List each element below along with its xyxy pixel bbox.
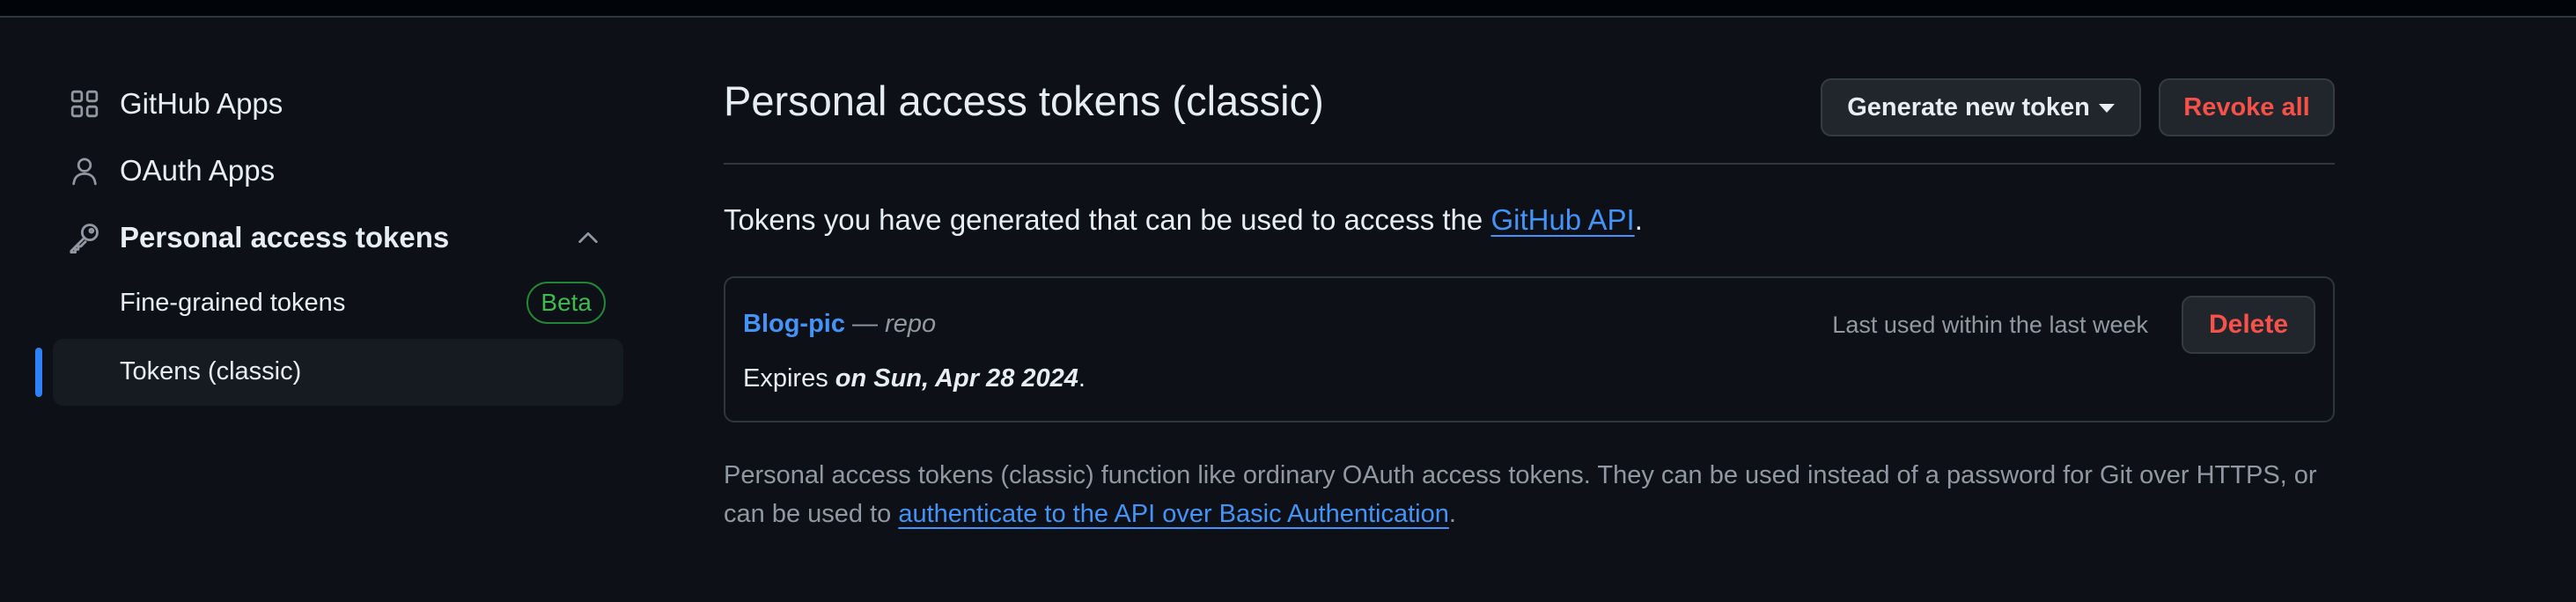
sidebar-item-personal-access-tokens[interactable]: Personal access tokens xyxy=(67,218,613,257)
key-icon xyxy=(67,220,102,255)
apps-grid-icon xyxy=(67,86,102,121)
generate-new-token-label: Generate new token xyxy=(1847,92,2090,121)
token-scope: repo xyxy=(885,310,937,338)
expires-date: on Sun, Apr 28 2024 xyxy=(835,364,1078,393)
token-separator: — xyxy=(845,310,886,338)
sidebar-item-label: GitHub Apps xyxy=(120,87,283,120)
caret-down-icon xyxy=(2098,104,2115,113)
sidebar-item-github-apps[interactable]: GitHub Apps xyxy=(67,84,613,123)
sidebar-item-oauth-apps[interactable]: OAuth Apps xyxy=(67,151,613,190)
delete-token-button[interactable]: Delete xyxy=(2182,296,2315,354)
generate-new-token-button[interactable]: Generate new token xyxy=(1821,78,2141,136)
sidebar: GitHub Apps OAuth Apps Personal access t… xyxy=(0,0,634,602)
sidebar-subitem-label: Tokens (classic) xyxy=(120,357,302,385)
note-suffix: . xyxy=(1448,500,1456,528)
expires-suffix: . xyxy=(1078,364,1086,393)
sidebar-subitem-tokens-classic[interactable]: Tokens (classic) xyxy=(120,352,606,391)
expires-prefix: Expires xyxy=(743,364,835,393)
divider xyxy=(724,163,2335,165)
revoke-all-button[interactable]: Revoke all xyxy=(2159,78,2335,136)
basic-auth-link[interactable]: authenticate to the API over Basic Authe… xyxy=(898,500,1449,528)
sidebar-item-label: Personal access tokens xyxy=(120,221,450,253)
token-list-item: Blog-pic — repo Expires on Sun, Apr 28 2… xyxy=(724,276,2335,422)
token-name-line: Blog-pic — repo xyxy=(743,308,936,340)
intro-prefix: Tokens you have generated that can be us… xyxy=(724,203,1491,236)
github-api-link[interactable]: GitHub API xyxy=(1490,203,1634,236)
intro-text: Tokens you have generated that can be us… xyxy=(724,201,1643,239)
selected-indicator xyxy=(35,348,42,397)
chevron-up-icon[interactable] xyxy=(570,220,606,255)
revoke-all-label: Revoke all xyxy=(2183,92,2310,121)
token-name-link[interactable]: Blog-pic xyxy=(743,310,845,338)
sidebar-subitem-fine-grained-tokens[interactable]: Fine-grained tokens Beta xyxy=(120,282,606,324)
sidebar-item-label: OAuth Apps xyxy=(120,154,276,187)
last-used-text: Last used within the last week xyxy=(1832,312,2148,338)
token-expiry: Expires on Sun, Apr 28 2024. xyxy=(743,363,1086,394)
page-title: Personal access tokens (classic) xyxy=(724,77,1324,124)
help-note: Personal access tokens (classic) functio… xyxy=(724,456,2335,533)
person-icon xyxy=(67,153,102,188)
intro-suffix: . xyxy=(1634,203,1643,236)
sidebar-subitem-label: Fine-grained tokens xyxy=(120,289,346,317)
beta-badge: Beta xyxy=(526,282,606,324)
delete-label: Delete xyxy=(2208,310,2289,339)
